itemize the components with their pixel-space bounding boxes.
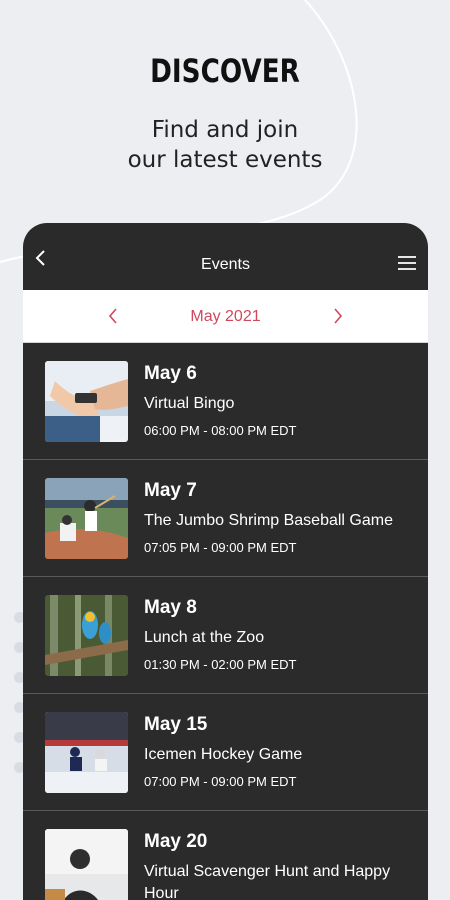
event-title: The Jumbo Shrimp Baseball Game (144, 512, 393, 529)
event-date: May 20 (144, 831, 208, 852)
hero-subtitle-line2: our latest events (127, 147, 323, 173)
event-item[interactable]: May 8 Lunch at the Zoo 01:30 PM - 02:00 … (23, 576, 428, 693)
event-thumbnail-hockey (45, 712, 128, 793)
screen: DISCOVER Find and join our latest events… (0, 0, 450, 900)
event-time: 01:30 PM - 02:00 PM EDT (144, 657, 297, 672)
event-thumbnail-baseball (45, 478, 128, 559)
hero-subtitle: Find and join our latest events (0, 115, 450, 175)
current-month-label: May 2021 (190, 308, 261, 325)
event-date: May 8 (144, 597, 197, 618)
event-item[interactable]: May 6 Virtual Bingo 06:00 PM - 08:00 PM … (23, 343, 428, 459)
app-screen: Events May 2021 May 6 Virtual Bingo 06:0… (23, 223, 428, 900)
app-top-bar: Events (23, 223, 428, 290)
hamburger-menu-icon[interactable] (398, 256, 416, 271)
page-title: Events (201, 256, 250, 273)
month-navigator: May 2021 (23, 290, 428, 343)
event-item[interactable]: May 15 Icemen Hockey Game 07:00 PM - 09:… (23, 693, 428, 810)
event-date: May 15 (144, 714, 208, 735)
event-item[interactable]: May 7 The Jumbo Shrimp Baseball Game 07:… (23, 459, 428, 576)
next-month-icon[interactable] (332, 307, 344, 325)
event-item[interactable]: May 20 Virtual Scavenger Hunt and Happy … (23, 810, 428, 900)
hero-headline: DISCOVER (150, 52, 300, 90)
event-thumbnail-bingo (45, 361, 128, 442)
event-time: 06:00 PM - 08:00 PM EDT (144, 423, 297, 438)
event-thumbnail-scavenger-hunt (45, 829, 128, 900)
event-title: Icemen Hockey Game (144, 746, 303, 763)
event-date: May 6 (144, 363, 197, 384)
event-time: 07:05 PM - 09:00 PM EDT (144, 540, 297, 555)
event-title: Virtual Bingo (144, 395, 235, 412)
event-date: May 7 (144, 480, 197, 501)
event-time: 07:00 PM - 09:00 PM EDT (144, 774, 297, 789)
event-list: May 6 Virtual Bingo 06:00 PM - 08:00 PM … (23, 343, 428, 900)
hero-subtitle-line1: Find and join (151, 117, 299, 143)
event-title: Lunch at the Zoo (144, 629, 265, 646)
event-thumbnail-zoo (45, 595, 128, 676)
event-title: Virtual Scavenger Hunt and Happy Hour (144, 863, 391, 900)
